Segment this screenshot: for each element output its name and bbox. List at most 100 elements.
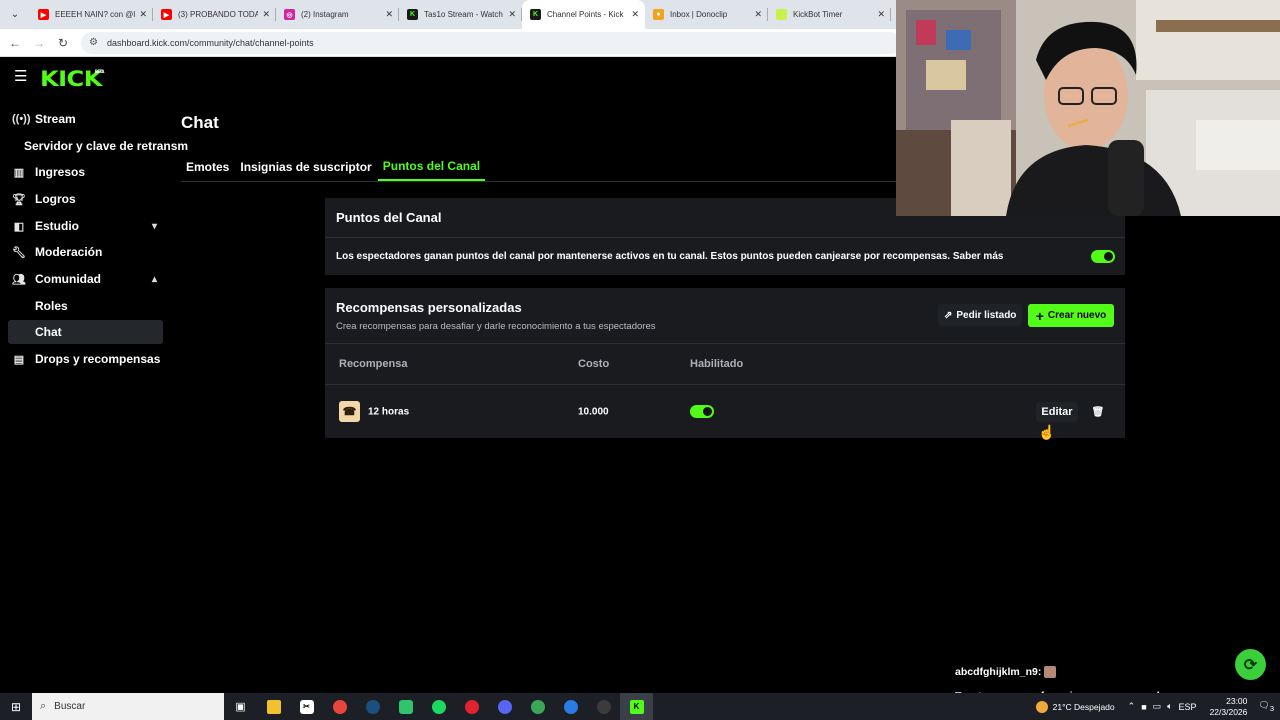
sidebar-item-label: Logros — [35, 192, 76, 206]
clock[interactable]: 23:00 22/3/2026 — [1210, 696, 1248, 718]
studio-icon: ◧ — [13, 220, 25, 233]
site-settings-icon[interactable]: ⚙ — [89, 37, 98, 48]
forward-arrow-icon[interactable]: → — [27, 36, 51, 50]
task-view-icon[interactable]: ▣ — [224, 693, 257, 720]
channel-points-description: Los espectadores ganan puntos del canal … — [336, 251, 1004, 262]
back-arrow-icon[interactable]: ← — [3, 36, 27, 50]
trash-icon[interactable]: 🗑︎ — [1088, 402, 1108, 422]
kick-app-icon[interactable]: K — [620, 693, 653, 720]
kick-logo[interactable]: KICK BETA — [40, 67, 104, 91]
tab-title: Channel Points - Kick — [547, 10, 624, 19]
sidebar-item-label: Estudio — [35, 219, 79, 233]
tab-insignias[interactable]: Insignias de suscriptor — [235, 153, 376, 181]
tab-search-chevron-icon[interactable]: ⌄ — [4, 4, 26, 26]
close-icon[interactable]: ✕ — [508, 9, 516, 20]
tray-app-icon[interactable]: ■ — [1141, 702, 1146, 712]
close-icon[interactable]: ✕ — [631, 9, 639, 20]
sidebar-item-moderacion[interactable]: 🔧︎ Moderación — [8, 240, 163, 264]
windows-start-icon[interactable]: ⊞ — [0, 693, 32, 720]
kickbot-icon — [776, 9, 787, 20]
kick-icon: K — [530, 9, 541, 20]
spotify-icon[interactable] — [422, 693, 455, 720]
sidebar-item-label: Roles — [35, 299, 68, 313]
discord-icon[interactable] — [488, 693, 521, 720]
app-icon[interactable] — [389, 693, 422, 720]
tab-title: Inbox | Donoclip — [670, 10, 728, 19]
rewards-subtitle: Crea recompensas para desafiar y darle r… — [336, 321, 656, 332]
capcut-icon[interactable]: ✂ — [290, 693, 323, 720]
sidebar-item-ingresos[interactable]: ▥ Ingresos — [8, 160, 163, 184]
chevron-up-icon[interactable]: ⌃ — [1128, 701, 1136, 712]
browser-tab[interactable]: KickBot Timer ✕ — [768, 0, 891, 29]
close-icon[interactable]: ✕ — [385, 9, 393, 20]
external-link-icon: ⇗ — [944, 309, 953, 321]
url-field[interactable]: ⚙ dashboard.kick.com/community/chat/chan… — [81, 31, 901, 54]
sidebar-item-logros[interactable]: 🏆︎ Logros — [8, 187, 163, 211]
create-new-button[interactable]: + Crear nuevo — [1028, 304, 1114, 327]
page-title: Chat — [181, 113, 219, 132]
reward-enabled-toggle[interactable] — [690, 405, 714, 418]
tab-title: (2) Instagram — [301, 10, 349, 19]
browser-tab[interactable]: ▶ EEEEH NAIN? con @l ✕ — [30, 0, 153, 29]
mouse-cursor-icon: ☝ — [1038, 424, 1056, 440]
create-new-label: Crear nuevo — [1047, 310, 1107, 321]
language-indicator[interactable]: ESP — [1179, 702, 1197, 712]
sidebar-item-comunidad[interactable]: 👥︎ Comunidad ▴ — [8, 267, 163, 291]
weather-icon — [1035, 700, 1048, 713]
taskbar-search[interactable]: ⌕ Buscar — [32, 693, 224, 720]
system-tray: 21°C Despejado ⌃ ■ ▭ 🔈︎ ESP 23:00 22/3/2… — [1035, 693, 1280, 720]
browser-tab-active[interactable]: K Channel Points - Kick ✕ — [522, 0, 645, 29]
notifications-icon[interactable]: 🗨︎3 — [1258, 700, 1274, 713]
tab-emotes[interactable]: Emotes — [181, 153, 234, 181]
clock-time: 23:00 — [1226, 695, 1248, 706]
search-placeholder: Buscar — [54, 701, 86, 712]
reload-icon[interactable]: ↻ — [51, 36, 75, 50]
sidebar-item-label: Ingresos — [35, 165, 86, 179]
chrome-icon[interactable] — [521, 693, 554, 720]
network-icon[interactable]: ▭ — [1153, 701, 1162, 712]
close-icon[interactable]: ✕ — [139, 9, 147, 20]
sidebar-item-drops[interactable]: ▤ Drops y recompensas — [8, 347, 163, 371]
kick-icon: K — [407, 9, 418, 20]
chevron-down-icon[interactable]: ▾ — [152, 221, 157, 232]
browser-tab[interactable]: K Tas1o Stream - Watch ✕ — [399, 0, 522, 29]
taskbar: ⊞ ⌕ Buscar ▣ ✂ K 21°C Despejado ⌃ ■ ▭ 🔈︎… — [0, 693, 1280, 720]
close-icon[interactable]: ✕ — [262, 9, 270, 20]
weather-widget[interactable]: 21°C Despejado — [1035, 700, 1115, 713]
file-explorer-icon[interactable] — [257, 693, 290, 720]
tab-puntos-del-canal[interactable]: Puntos del Canal — [377, 153, 486, 181]
edit-button[interactable]: Editar — [1036, 402, 1078, 422]
table-row: ☎ 12 horas 10.000 Editar 🗑︎ — [325, 385, 1125, 438]
opera-icon[interactable] — [455, 693, 488, 720]
browser-tab[interactable]: ● Inbox | Donoclip ✕ — [645, 0, 768, 29]
menu-icon[interactable]: ☰ — [14, 69, 28, 84]
sidebar-item-chat[interactable]: Chat — [8, 320, 163, 344]
url-text: dashboard.kick.com/community/chat/channe… — [106, 37, 314, 48]
obs-icon[interactable] — [587, 693, 620, 720]
chrome-icon[interactable] — [323, 693, 356, 720]
community-icon: 👥︎ — [12, 273, 26, 286]
chevron-up-icon[interactable]: ▴ — [152, 274, 157, 285]
chart-icon: ▥ — [13, 166, 25, 179]
tab-title: EEEEH NAIN? con @l — [55, 10, 136, 19]
volume-icon[interactable]: 🔈︎ — [1167, 701, 1172, 712]
request-list-button[interactable]: ⇗ Pedir listado — [938, 304, 1023, 326]
close-icon[interactable]: ✕ — [754, 9, 762, 20]
notification-count: 3 — [1269, 703, 1274, 713]
sidebar-item-stream[interactable]: ((•)) Stream — [8, 107, 163, 131]
sidebar-item-roles[interactable]: Roles — [8, 294, 163, 318]
sidebar-item-estudio[interactable]: ◧ Estudio ▾ — [8, 214, 163, 238]
chat-username: abcdfghijklm_n9: — [955, 666, 1042, 678]
webcam-image — [896, 0, 1280, 216]
tab-title: KickBot Timer — [793, 10, 843, 19]
rewards-panel: Recompensas personalizadas Crea recompen… — [325, 288, 1125, 438]
sidebar-item-server-key[interactable]: Servidor y clave de retransmisión — [8, 134, 188, 158]
instagram-icon: ◎ — [284, 9, 295, 20]
close-icon[interactable]: ✕ — [877, 9, 885, 20]
channel-points-toggle[interactable] — [1091, 250, 1115, 263]
steam-icon[interactable] — [356, 693, 389, 720]
browser-tab[interactable]: ◎ (2) Instagram ✕ — [276, 0, 399, 29]
browser-tab[interactable]: ▶ (3) PROBANDO TODA ✕ — [153, 0, 276, 29]
app-icon[interactable] — [554, 693, 587, 720]
sidebar-item-label: Chat — [35, 325, 62, 339]
